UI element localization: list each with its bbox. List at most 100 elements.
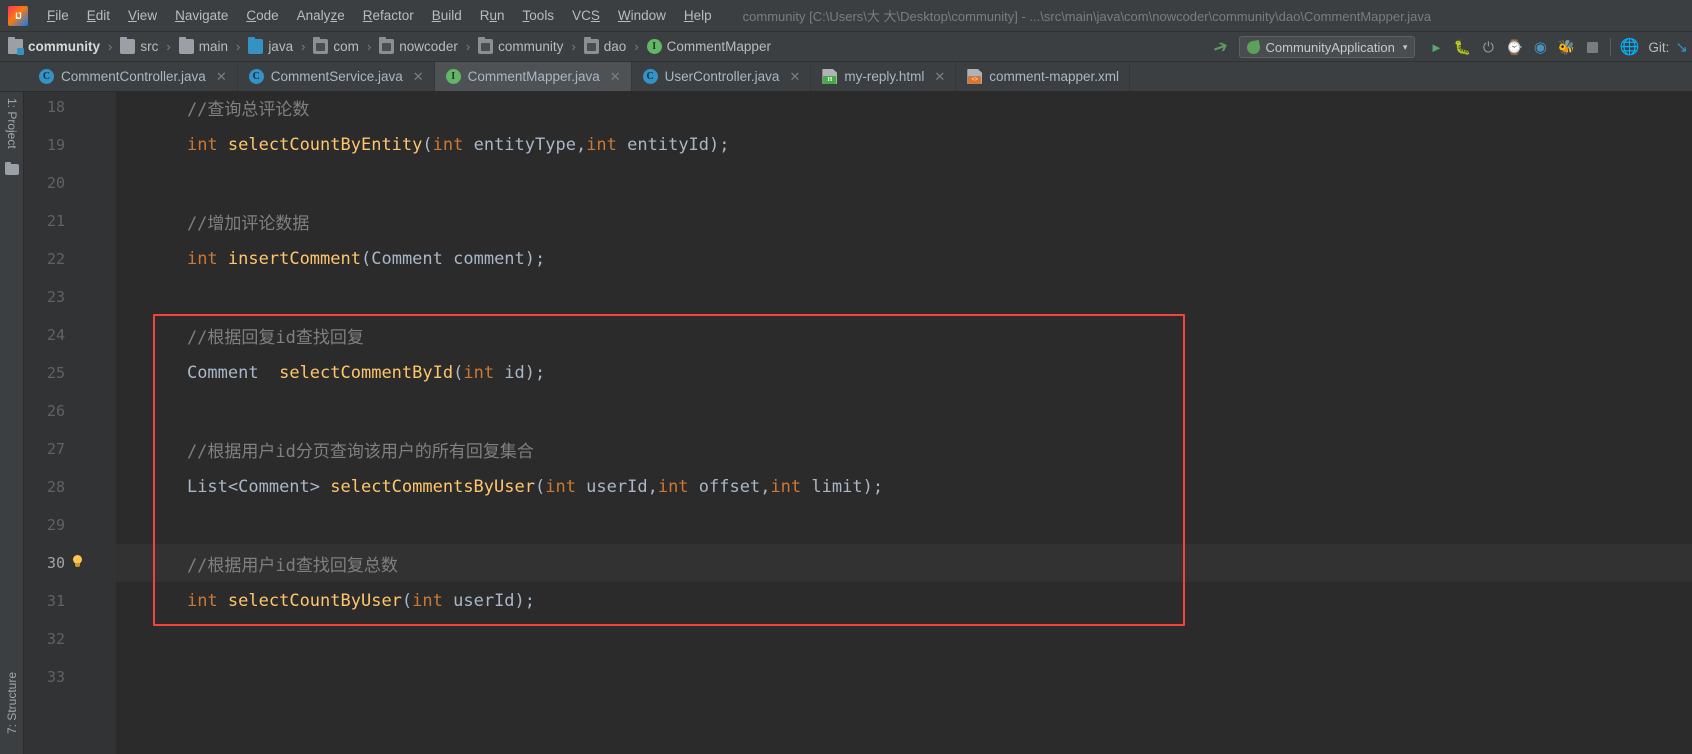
line-number: 25 (46, 364, 65, 382)
code-line-content: //根据用户id分页查询该用户的所有回复集合 (146, 437, 534, 462)
code-line[interactable]: Comment selectCommentById(int id); (146, 354, 1692, 392)
line-number: 31 (46, 592, 65, 610)
menu-item-navigate[interactable]: Navigate (166, 5, 237, 26)
breadcrumb-item-dao[interactable]: dao (582, 37, 629, 55)
code-token: ( (453, 363, 464, 383)
code-line[interactable] (146, 278, 1692, 316)
attach-profiler-icon[interactable]: ◉ (1527, 35, 1553, 59)
breadcrumb-separator: › (108, 39, 113, 54)
code-token: int (186, 249, 218, 269)
run-with-coverage-icon[interactable]: ⏻ (1475, 35, 1501, 59)
line-number: 22 (46, 250, 65, 268)
run-icon[interactable]: ► (1423, 35, 1449, 59)
build-hammer-icon[interactable]: ➔ (1201, 31, 1241, 63)
code-token: entityId (616, 135, 710, 155)
breadcrumb-item-community[interactable]: community (476, 37, 565, 55)
tool-window-button-project[interactable]: 1: Project (5, 98, 19, 149)
profile-icon[interactable]: ⌚ (1501, 35, 1527, 59)
menu-item-view[interactable]: View (119, 5, 166, 26)
code-line[interactable]: int selectCountByUser(int userId); (146, 582, 1692, 620)
menu-item-vcs[interactable]: VCS (563, 5, 609, 26)
code-editor[interactable]: //查询总评论数 int selectCountByEntity(int ent… (116, 92, 1692, 754)
intellij-idea-logo-icon (8, 5, 28, 26)
search-everywhere-icon[interactable]: 🌐 (1616, 35, 1642, 59)
editor-gutter[interactable]: 18 19 20 21 22 23 24 25 26 27 28 29 30 31 32 33 (24, 92, 116, 754)
editor-tab-commentcontroller-java[interactable]: C CommentController.java ✕ (28, 62, 238, 91)
code-token: List<Comment> (186, 477, 321, 497)
menu-item-refactor[interactable]: Refactor (354, 5, 423, 26)
breadcrumb-item-community[interactable]: community (6, 37, 102, 55)
menu-item-edit[interactable]: Edit (78, 5, 119, 26)
menu-item-tools[interactable]: Tools (514, 5, 564, 26)
close-icon[interactable]: ✕ (413, 69, 424, 85)
close-icon[interactable]: ✕ (216, 69, 227, 85)
code-line[interactable] (146, 506, 1692, 544)
code-token: selectCountByEntity (227, 135, 423, 155)
code-line[interactable]: //根据用户id分页查询该用户的所有回复集合 (146, 430, 1692, 468)
breadcrumb-item-java[interactable]: java (246, 37, 295, 55)
code-line[interactable] (146, 164, 1692, 202)
breadcrumb-item-commentmapper[interactable]: I CommentMapper (645, 38, 773, 55)
menu-item-help[interactable]: Help (675, 5, 721, 26)
run-configuration-selector[interactable]: CommunityApplication ▾ (1238, 36, 1416, 58)
package-icon (583, 37, 599, 54)
editor-tab-comment-mapper-xml[interactable]: <> comment-mapper.xml (956, 62, 1131, 91)
breadcrumb-item-com[interactable]: com (311, 37, 361, 55)
attach-debugger-icon[interactable]: 🐝 (1553, 35, 1579, 59)
close-icon[interactable]: ✕ (789, 69, 800, 85)
code-line-content: int selectCountByEntity(int entityType,i… (146, 135, 730, 155)
breadcrumb-separator: › (235, 39, 241, 54)
debug-icon[interactable]: 🐛 (1449, 35, 1475, 59)
menu-item-code[interactable]: Code (237, 5, 287, 26)
editor-tab-label: CommentService.java (270, 69, 403, 84)
line-number: 33 (46, 668, 65, 686)
code-line[interactable]: int selectCountByEntity(int entityType,i… (146, 126, 1692, 164)
breadcrumb-item-src[interactable]: src (118, 37, 160, 55)
editor-tab-usercontroller-java[interactable]: C UserController.java ✕ (632, 62, 812, 91)
menu-item-build[interactable]: Build (423, 5, 471, 26)
breadcrumb-separator: › (634, 39, 639, 54)
menu-item-file[interactable]: File (38, 5, 78, 26)
menu-item-analyze[interactable]: Analyze (288, 5, 354, 26)
code-line[interactable] (146, 392, 1692, 430)
menu-item-window[interactable]: Window (609, 5, 675, 26)
code-token: ); (524, 249, 546, 269)
code-line[interactable]: //根据用户id查找回复总数 (116, 544, 1692, 582)
code-folding-strip[interactable] (101, 92, 115, 754)
folder-icon (120, 37, 136, 54)
editor-tab-my-reply-html[interactable]: Hmy-reply.html ✕ (811, 62, 957, 91)
code-line[interactable] (146, 620, 1692, 658)
intention-bulb-icon[interactable] (72, 555, 83, 569)
code-token: int (770, 477, 802, 497)
source-folder-icon (248, 37, 264, 54)
package-icon (379, 37, 395, 54)
editor-tab-commentmapper-java[interactable]: I CommentMapper.java ✕ (434, 62, 632, 91)
breadcrumb-item-label: main (198, 39, 228, 54)
code-line-content: List<Comment> selectCommentsByUser(int u… (146, 477, 883, 497)
code-token: ); (862, 477, 884, 497)
code-token: //根据用户id查找回复总数 (146, 555, 398, 576)
breadcrumb-item-label: nowcoder (399, 39, 458, 54)
project-folder-icon[interactable] (5, 162, 19, 175)
breadcrumb-item-main[interactable]: main (177, 37, 230, 55)
tool-window-button-structure[interactable]: 7: Structure (5, 672, 19, 734)
main-toolbar: ➔ CommunityApplication ▾ ► 🐛 ⏻ ⌚ ◉ 🐝 🌐 G… (1203, 32, 1692, 62)
breadcrumb-separator: › (166, 39, 171, 54)
stop-icon[interactable] (1579, 35, 1605, 59)
code-line[interactable]: List<Comment> selectCommentsByUser(int u… (146, 468, 1692, 506)
close-icon[interactable]: ✕ (934, 69, 945, 85)
menu-item-run[interactable]: Run (471, 5, 514, 26)
code-line[interactable]: int insertComment(Comment comment); (146, 240, 1692, 278)
git-update-icon[interactable]: ↘ (1675, 38, 1688, 56)
code-line-content: int selectCountByUser(int userId); (146, 591, 535, 611)
code-line[interactable] (146, 658, 1692, 696)
code-line[interactable]: //根据回复id查找回复 (146, 316, 1692, 354)
breadcrumb-item-label: java (268, 39, 294, 54)
code-line[interactable]: //查询总评论数 (146, 92, 1692, 126)
close-icon[interactable]: ✕ (610, 69, 621, 85)
editor-tab-commentservice-java[interactable]: C CommentService.java ✕ (238, 62, 435, 91)
breadcrumb-item-nowcoder[interactable]: nowcoder (377, 37, 460, 55)
code-line[interactable]: //增加评论数据 (146, 202, 1692, 240)
